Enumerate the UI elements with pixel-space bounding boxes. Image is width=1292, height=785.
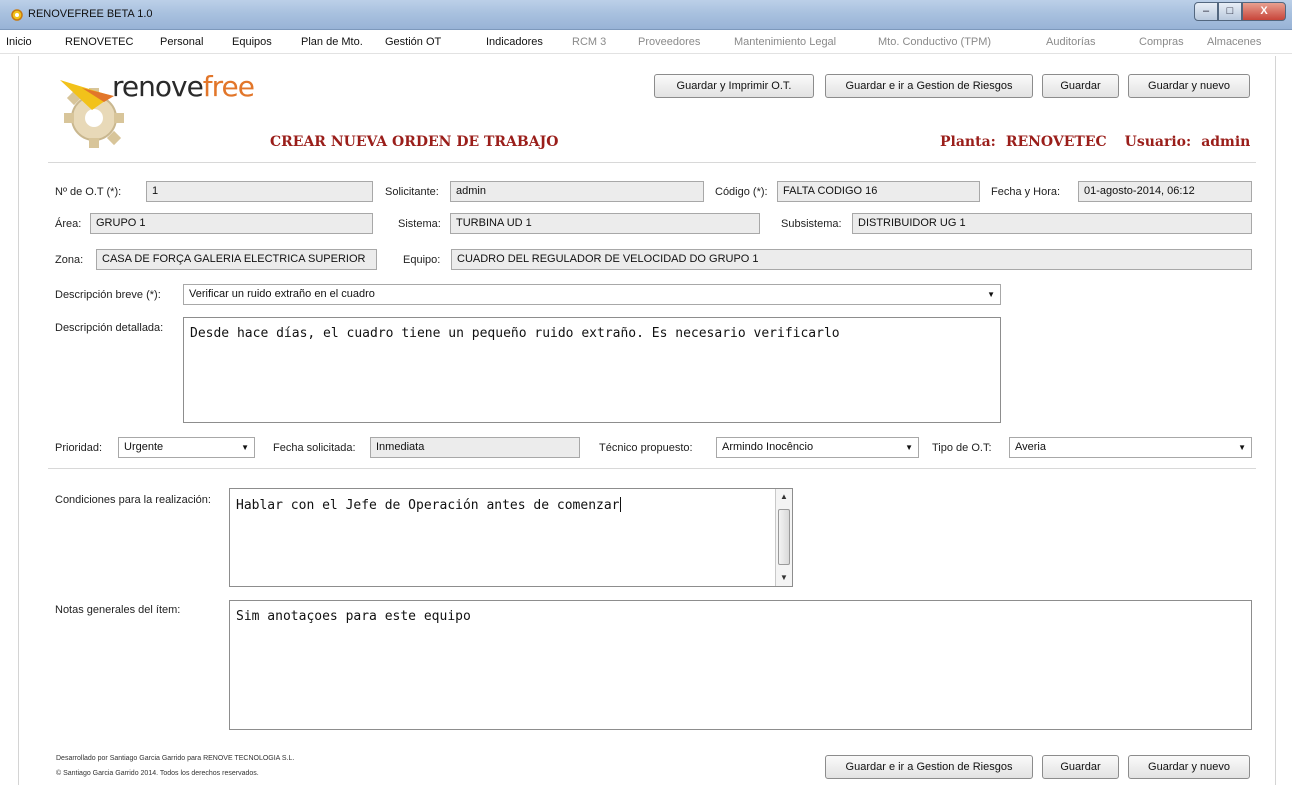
header-separator xyxy=(48,162,1256,163)
save-go-risk-button[interactable]: Guardar e ir a Gestion de Riesgos xyxy=(825,74,1033,98)
plant-value: RENOVETEC xyxy=(1005,134,1107,150)
user-value: admin xyxy=(1201,134,1251,150)
ot-type-select[interactable]: Averia ▼ xyxy=(1009,437,1252,458)
save-new-button-bottom[interactable]: Guardar y nuevo xyxy=(1128,755,1250,779)
short-desc-label: Descripción breve (*): xyxy=(55,289,161,301)
menu-item-inicio[interactable]: Inicio xyxy=(6,36,32,48)
requested-date-label: Fecha solicitada: xyxy=(273,442,356,454)
system-field[interactable]: TURBINA UD 1 xyxy=(450,213,760,234)
window-titlebar: RENOVEFREE BETA 1.0 – □ X xyxy=(0,0,1292,30)
save-button[interactable]: Guardar xyxy=(1042,74,1119,98)
menu-item-auditorias[interactable]: Auditorías xyxy=(1046,36,1096,48)
plant-label: Planta: xyxy=(940,134,996,150)
plant-user-info: Planta: RENOVETEC Usuario: admin xyxy=(940,134,1250,150)
ot-number-label: Nº de O.T (*): xyxy=(55,186,122,198)
mid-separator xyxy=(48,468,1256,469)
menu-item-renovetec[interactable]: RENOVETEC xyxy=(65,36,133,48)
chevron-down-icon: ▼ xyxy=(241,443,249,452)
menu-bar: Inicio RENOVETEC Personal Equipos Plan d… xyxy=(0,30,1292,54)
menu-item-personal[interactable]: Personal xyxy=(160,36,203,48)
technician-label: Técnico propuesto: xyxy=(599,442,693,454)
menu-item-plan-mto[interactable]: Plan de Mto. xyxy=(301,36,363,48)
subsystem-label: Subsistema: xyxy=(781,218,842,230)
user-label: Usuario: xyxy=(1124,134,1192,150)
chevron-down-icon: ▼ xyxy=(905,443,913,452)
datetime-field[interactable]: 01-agosto-2014, 06:12 xyxy=(1078,181,1252,202)
chevron-down-icon: ▼ xyxy=(987,290,995,299)
conditions-label: Condiciones para la realización: xyxy=(55,494,211,506)
footer-credit: Desarrollado por Santiago Garcia Garrido… xyxy=(56,755,295,762)
area-field[interactable]: GRUPO 1 xyxy=(90,213,373,234)
datetime-label: Fecha y Hora: xyxy=(991,186,1061,198)
footer-copyright: © Santiago Garcia Garrido 2014. Todos lo… xyxy=(56,770,259,777)
notes-textarea[interactable]: Sim anotaçoes para este equipo xyxy=(229,600,1252,730)
area-label: Área: xyxy=(55,218,82,230)
conditions-scrollbar[interactable]: ▲ ▼ xyxy=(775,489,792,586)
short-desc-select[interactable]: Verificar un ruido extraño en el cuadro … xyxy=(183,284,1001,305)
code-field[interactable]: FALTA CODIGO 16 xyxy=(777,181,980,202)
subsystem-field[interactable]: DISTRIBUIDOR UG 1 xyxy=(852,213,1252,234)
maximize-button[interactable]: □ xyxy=(1218,2,1242,21)
menu-item-almacenes[interactable]: Almacenes xyxy=(1207,36,1261,48)
zone-field[interactable]: CASA DE FORÇA GALERIA ELECTRICA SUPERIOR xyxy=(96,249,377,270)
technician-value: Armindo Inocêncio xyxy=(722,441,814,453)
frame-left-border xyxy=(18,56,19,785)
ot-type-value: Averia xyxy=(1015,441,1046,453)
save-print-ot-button[interactable]: Guardar y Imprimir O.T. xyxy=(654,74,814,98)
minimize-button[interactable]: – xyxy=(1194,2,1218,21)
menu-item-rcm3[interactable]: RCM 3 xyxy=(572,36,606,48)
frame-right-border xyxy=(1275,56,1276,785)
scrollbar-thumb[interactable] xyxy=(778,509,790,565)
ot-number-field[interactable]: 1 xyxy=(146,181,373,202)
zone-label: Zona: xyxy=(55,254,84,266)
chevron-down-icon: ▼ xyxy=(1238,443,1246,452)
detailed-desc-label: Descripción detallada: xyxy=(55,322,164,334)
notes-label: Notas generales del ítem: xyxy=(55,604,181,616)
menu-item-proveedores[interactable]: Proveedores xyxy=(638,36,700,48)
requested-date-field[interactable]: Inmediata xyxy=(370,437,580,458)
menu-item-gestion-ot[interactable]: Gestión OT xyxy=(385,36,441,48)
code-label: Código (*): xyxy=(715,186,768,198)
menu-item-mantenimiento-legal[interactable]: Mantenimiento Legal xyxy=(734,36,836,48)
logo-wordmark: renovefree xyxy=(112,70,255,103)
menu-item-indicadores[interactable]: Indicadores xyxy=(486,36,543,48)
gear-icon xyxy=(11,9,23,21)
window-controls: – □ X xyxy=(1194,2,1286,21)
menu-item-compras[interactable]: Compras xyxy=(1139,36,1184,48)
ot-type-label: Tipo de O.T: xyxy=(932,442,992,454)
equipment-field[interactable]: CUADRO DEL REGULADOR DE VELOCIDAD DO GRU… xyxy=(451,249,1252,270)
conditions-text: Hablar con el Jefe de Operación antes de… xyxy=(236,498,620,513)
short-desc-value: Verificar un ruido extraño en el cuadro xyxy=(189,288,375,300)
priority-select[interactable]: Urgente ▼ xyxy=(118,437,255,458)
save-new-button[interactable]: Guardar y nuevo xyxy=(1128,74,1250,98)
technician-select[interactable]: Armindo Inocêncio ▼ xyxy=(716,437,919,458)
system-label: Sistema: xyxy=(398,218,441,230)
save-button-bottom[interactable]: Guardar xyxy=(1042,755,1119,779)
detailed-desc-textarea[interactable]: Desde hace días, el cuadro tiene un pequ… xyxy=(183,317,1001,423)
requester-label: Solicitante: xyxy=(385,186,439,198)
save-go-risk-button-bottom[interactable]: Guardar e ir a Gestion de Riesgos xyxy=(825,755,1033,779)
text-caret xyxy=(619,497,621,512)
close-button[interactable]: X xyxy=(1242,2,1286,21)
requester-field[interactable]: admin xyxy=(450,181,704,202)
page-title: CREAR NUEVA ORDEN DE TRABAJO xyxy=(270,134,559,150)
menu-item-equipos[interactable]: Equipos xyxy=(232,36,272,48)
priority-label: Prioridad: xyxy=(55,442,103,454)
arrow-down-icon[interactable]: ▼ xyxy=(776,570,792,586)
window-title: RENOVEFREE BETA 1.0 xyxy=(28,8,153,20)
conditions-textarea[interactable]: Hablar con el Jefe de Operación antes de… xyxy=(229,488,793,587)
menu-item-mto-conductivo[interactable]: Mto. Conductivo (TPM) xyxy=(878,36,991,48)
priority-value: Urgente xyxy=(124,441,164,453)
arrow-up-icon[interactable]: ▲ xyxy=(776,489,792,505)
equipment-label: Equipo: xyxy=(403,254,441,266)
